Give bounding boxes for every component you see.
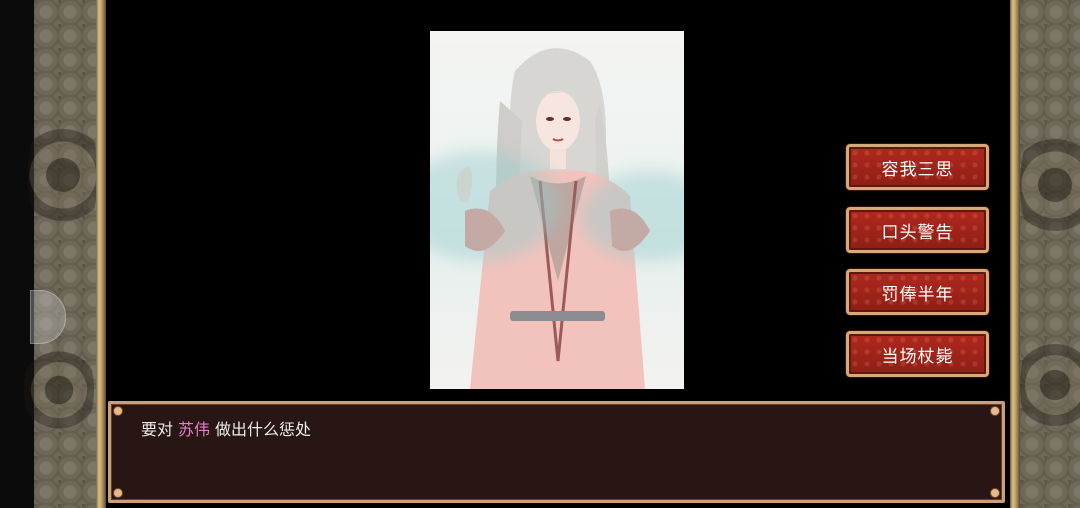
option-label: 当场杖毙 [881, 346, 954, 367]
corner-ornament-icon [990, 488, 1000, 498]
dragon-pattern-icon [24, 330, 94, 450]
dialogue-prefix: 要对 [141, 420, 174, 439]
corner-ornament-icon [990, 406, 1000, 416]
left-gold-frame [96, 0, 106, 508]
character-portrait [430, 31, 684, 389]
option-button-execute[interactable]: 当场杖毙 [846, 331, 989, 377]
corner-ornament-icon [113, 488, 123, 498]
dragon-pattern-icon [1020, 320, 1080, 450]
option-label: 容我三思 [881, 159, 954, 180]
corner-ornament-icon [113, 406, 123, 416]
character-name: 苏伟 [178, 420, 211, 439]
option-button-consider[interactable]: 容我三思 [846, 144, 989, 190]
left-decorative-panel [24, 0, 98, 508]
right-gold-frame [1010, 0, 1020, 508]
option-label: 罚俸半年 [881, 284, 954, 305]
left-edge [0, 0, 34, 508]
dialogue-text: 要对 苏伟 做出什么惩处 [141, 416, 311, 440]
option-label: 口头警告 [881, 222, 954, 243]
dragon-pattern-icon [28, 100, 98, 250]
option-button-verbal-warning[interactable]: 口头警告 [846, 207, 989, 253]
dialogue-suffix: 做出什么惩处 [215, 420, 312, 439]
dialogue-box[interactable]: 要对 苏伟 做出什么惩处 [108, 401, 1005, 503]
dragon-pattern-icon [1020, 110, 1080, 260]
option-button-fine-salary[interactable]: 罚俸半年 [846, 269, 989, 315]
right-decorative-panel [1020, 0, 1080, 508]
